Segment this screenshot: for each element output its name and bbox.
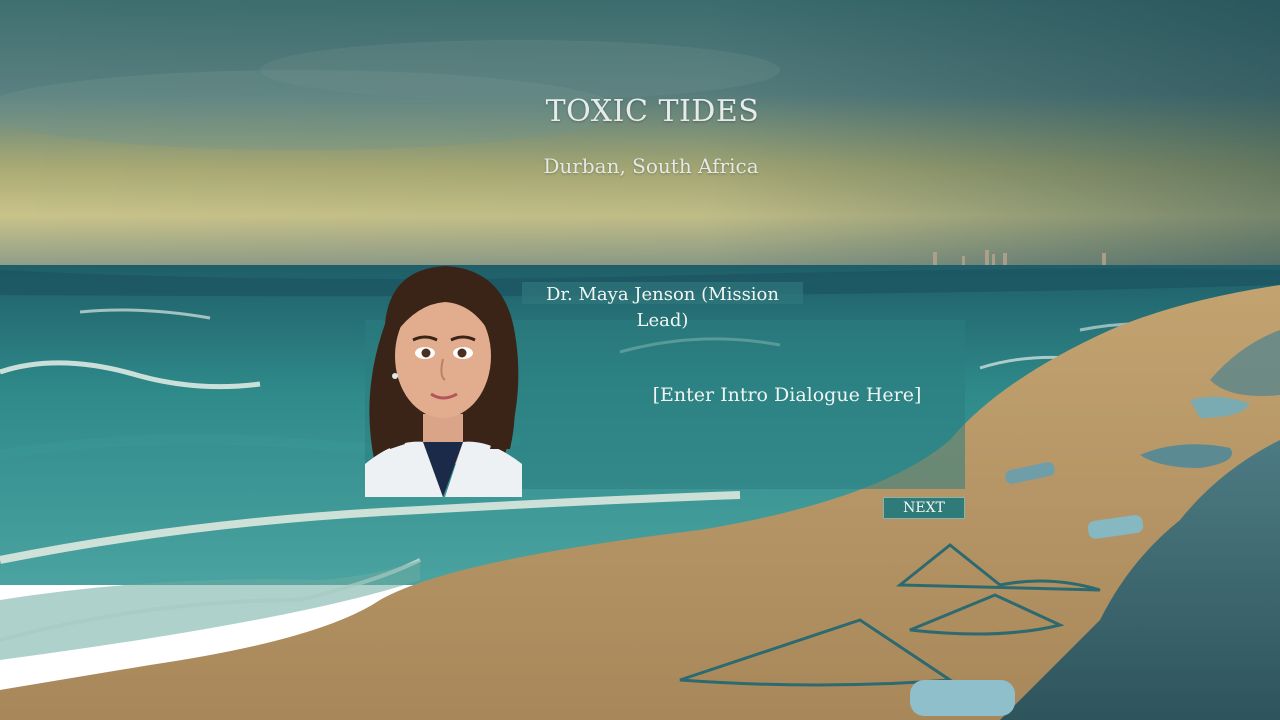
- speaker-name: Dr. Maya Jenson (Mission Lead): [545, 284, 779, 331]
- speaker-portrait: [365, 266, 522, 497]
- location-label: Durban, South Africa: [543, 154, 759, 178]
- dialogue-text: [Enter Intro Dialogue Here]: [652, 384, 922, 406]
- game-screen: TOXIC TIDES Durban, South Africa Dr. May…: [0, 0, 1280, 720]
- next-button[interactable]: NEXT: [883, 497, 965, 519]
- game-title: TOXIC TIDES: [545, 94, 760, 129]
